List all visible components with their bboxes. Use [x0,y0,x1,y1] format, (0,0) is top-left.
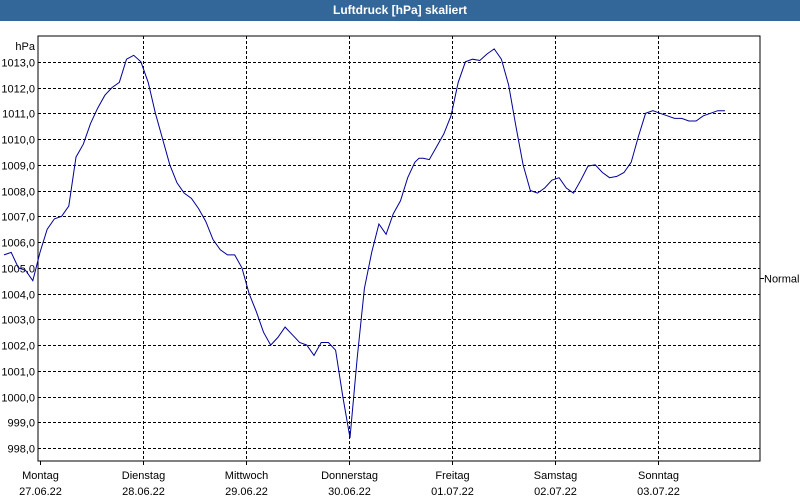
y-tick-label: 1003,0 [1,315,35,327]
x-tick-day-label: Montag [22,470,59,482]
y-tick-label: 1002,0 [1,341,35,353]
chart-window: Luftdruck [hPa] skaliert 998,0 999,0 1000,… [0,0,800,500]
x-tick-date-label: 30.06.22 [328,486,371,498]
y-tick-label: 1013,0 [1,58,35,70]
normal-label: Normal [764,274,799,286]
x-tick-date-label: 01.07.22 [431,486,474,498]
y-tick-label: 1009,0 [1,161,35,173]
x-tick-day-label: Donnerstag [321,470,378,482]
y-tick-label: 1010,0 [1,135,35,147]
y-tick-label: 1011,0 [2,109,35,121]
pressure-chart: 998,0 999,0 1000,0 1001,0 1002,0 1003,0 1004,0… [1,35,799,498]
y-tick-label: 1008,0 [1,187,35,199]
x-tick-date-label: 28.06.22 [122,486,165,498]
x-tick-day-label: Sonntag [638,470,679,482]
y-tick-label: 1004,0 [1,290,35,302]
y-tick-label: 1007,0 [1,212,35,224]
y-unit-label: hPa [15,41,35,53]
y-tick-label: 999,0 [7,418,35,430]
x-tick-day-label: Dienstag [122,470,165,482]
y-tick-label: 1006,0 [1,238,35,250]
x-tick-date-label: 03.07.22 [637,486,680,498]
x-tick-day-label: Mittwoch [225,470,268,482]
x-tick-date-label: 29.06.22 [225,486,268,498]
x-tick-day-label: Freitag [435,470,469,482]
x-tick-day-label: Samstag [534,470,577,482]
x-tick-date-label: 02.07.22 [534,486,577,498]
x-tick-date-label: 27.06.22 [19,486,62,498]
y-tick-label: 1012,0 [1,84,35,96]
y-tick-label: 998,0 [7,444,35,456]
y-tick-label: 1005,0 [1,264,35,276]
y-tick-label: 1000,0 [1,393,35,405]
y-tick-label: 1001,0 [1,367,35,379]
